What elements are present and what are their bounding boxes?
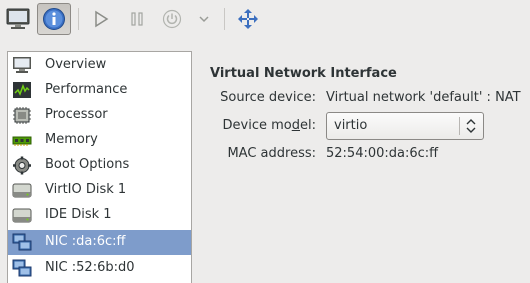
toolbar-separator xyxy=(78,8,79,30)
pause-icon xyxy=(131,12,143,26)
disk-icon xyxy=(12,183,32,198)
sidebar-item-label: Overview xyxy=(45,57,107,72)
network-icon xyxy=(12,233,32,251)
source-device-value: Virtual network 'default' : NAT xyxy=(326,90,521,105)
monitor-icon xyxy=(6,8,30,29)
network-icon xyxy=(12,259,32,277)
boot-gear-icon xyxy=(13,156,31,175)
toolbar-separator xyxy=(224,8,225,30)
sidebar-item-ide-disk-1[interactable]: IDE Disk 1 xyxy=(8,203,191,228)
memory-icon xyxy=(12,136,32,146)
sidebar-item-label: Memory xyxy=(45,132,98,147)
sidebar-item-label: NIC :52:6b:d0 xyxy=(45,260,135,275)
fullscreen-button[interactable] xyxy=(231,3,265,35)
toolbar xyxy=(0,0,530,40)
monitor-icon xyxy=(13,57,31,73)
chevron-down-icon xyxy=(199,16,209,23)
mac-address-label: MAC address: xyxy=(227,146,316,161)
run-button[interactable] xyxy=(84,3,118,35)
sidebar-item-label: IDE Disk 1 xyxy=(45,207,112,222)
sidebar-item-boot-options[interactable]: Boot Options xyxy=(8,153,191,178)
details-button[interactable] xyxy=(37,3,71,35)
sidebar-item-label: VirtIO Disk 1 xyxy=(45,182,127,197)
disk-icon xyxy=(12,208,32,223)
mac-address-value: 52:54:00:da:6c:ff xyxy=(326,146,439,161)
source-device-label: Source device: xyxy=(220,90,316,105)
sidebar-item-label: Boot Options xyxy=(45,157,130,172)
sidebar-item-virtio-disk-1[interactable]: VirtIO Disk 1 xyxy=(8,178,191,203)
performance-graph-icon xyxy=(13,82,31,98)
shutdown-button[interactable] xyxy=(155,3,189,35)
shutdown-menu-button[interactable] xyxy=(194,3,214,35)
power-icon xyxy=(162,9,182,29)
sidebar-item-memory[interactable]: Memory xyxy=(8,128,191,153)
sidebar-item-performance[interactable]: Performance xyxy=(8,78,191,103)
sidebar-item-label: Performance xyxy=(45,82,128,97)
device-model-label: Device model: xyxy=(222,118,316,133)
sidebar-item-label: NIC :da:6c:ff xyxy=(45,234,126,249)
info-icon xyxy=(43,8,65,30)
play-icon xyxy=(95,10,109,28)
console-button[interactable] xyxy=(1,3,35,35)
combo-separator xyxy=(459,117,460,135)
section-title: Virtual Network Interface xyxy=(210,66,397,81)
combo-arrows-icon xyxy=(466,119,476,133)
sidebar-item-label: Processor xyxy=(45,107,108,122)
sidebar-item-nic-52-6b-d0[interactable]: NIC :52:6b:d0 xyxy=(8,256,191,281)
cpu-icon xyxy=(13,107,31,124)
sidebar-item-nic-da-6c-ff[interactable]: NIC :da:6c:ff xyxy=(8,230,191,255)
hardware-list: Overview Performance Processor Memory Bo… xyxy=(7,51,192,283)
pause-button[interactable] xyxy=(120,3,154,35)
device-model-value: virtio xyxy=(334,118,368,133)
sidebar-item-processor[interactable]: Processor xyxy=(8,103,191,128)
device-model-combobox[interactable]: virtio xyxy=(326,112,484,140)
move-arrows-icon xyxy=(238,9,258,29)
sidebar-item-overview[interactable]: Overview xyxy=(8,53,191,78)
